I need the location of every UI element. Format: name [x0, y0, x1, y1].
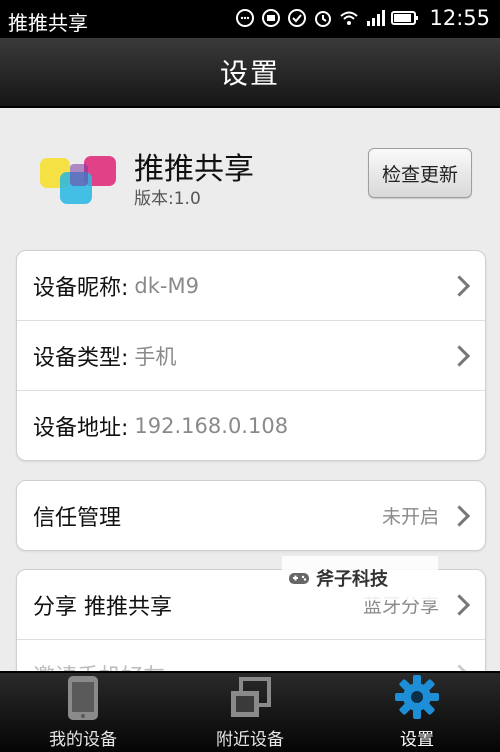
mail-icon — [262, 9, 281, 27]
chevron-right-icon — [448, 504, 471, 527]
app-header: 推推共享 版本:1.0 检查更新 — [0, 108, 500, 238]
device-nickname-label: 设备昵称: — [33, 275, 129, 301]
phone-icon — [68, 676, 98, 720]
device-address-row: 设备地址: 192.168.0.108 — [17, 391, 485, 460]
watermark-text: 斧子科技 — [316, 569, 388, 590]
nearby-devices-icon — [231, 677, 271, 717]
trust-card: 信任管理 未开启 — [16, 480, 486, 551]
battery-icon — [391, 11, 419, 25]
device-nickname-row[interactable]: 设备昵称: dk-M9 — [17, 251, 485, 321]
alarm-icon — [315, 11, 332, 27]
title-bar: 设置 — [0, 38, 500, 108]
chevron-right-icon — [448, 344, 471, 367]
page-title: 设置 — [219, 57, 280, 90]
nav-nearby-devices-label: 附近设备 — [216, 730, 284, 750]
gamepad-icon — [289, 573, 309, 584]
chat-icon — [236, 9, 255, 27]
nav-my-devices-label: 我的设备 — [49, 730, 117, 750]
device-type-row[interactable]: 设备类型: 手机 — [17, 321, 485, 391]
status-bar-app-title: 推推共享 — [8, 11, 88, 35]
device-info-card: 设备昵称: dk-M9 设备类型: 手机 设备地址: 192.168.0.108 — [16, 250, 486, 461]
chevron-right-icon — [448, 274, 471, 297]
gear-icon — [395, 675, 439, 719]
nav-settings[interactable]: 设置 — [334, 673, 500, 752]
status-bar-time: 12:55 — [429, 6, 490, 30]
app-name: 推推共享 — [134, 152, 254, 187]
nav-nearby-devices[interactable]: 附近设备 — [167, 673, 333, 752]
trust-management-row[interactable]: 信任管理 未开启 — [17, 481, 485, 550]
device-address-value: 192.168.0.108 — [134, 413, 289, 438]
status-bar: 推推共享 12:55 — [0, 0, 500, 38]
nav-my-devices[interactable]: 我的设备 — [0, 673, 166, 752]
signal-icon — [367, 10, 386, 26]
device-type-value: 手机 — [134, 344, 177, 369]
wifi-icon — [340, 11, 359, 25]
nav-settings-label: 设置 — [400, 730, 434, 750]
check-update-button[interactable]: 检查更新 — [368, 148, 472, 198]
trust-status: 未开启 — [381, 506, 439, 528]
chevron-right-icon — [448, 593, 471, 616]
device-nickname-value: dk-M9 — [134, 273, 199, 298]
app-version: 版本:1.0 — [134, 189, 201, 209]
app-logo-icon — [40, 156, 116, 204]
trust-management-label: 信任管理 — [33, 505, 122, 531]
device-type-label: 设备类型: — [33, 345, 129, 371]
watermark: 斧子科技 — [282, 556, 438, 600]
check-circle-icon — [288, 9, 307, 27]
device-address-label: 设备地址: — [33, 415, 129, 441]
status-bar-icons: 12:55 — [235, 6, 490, 30]
bottom-nav: 我的设备 附近设备 设置 — [0, 671, 500, 752]
share-label: 分享 推推共享 — [33, 594, 172, 620]
